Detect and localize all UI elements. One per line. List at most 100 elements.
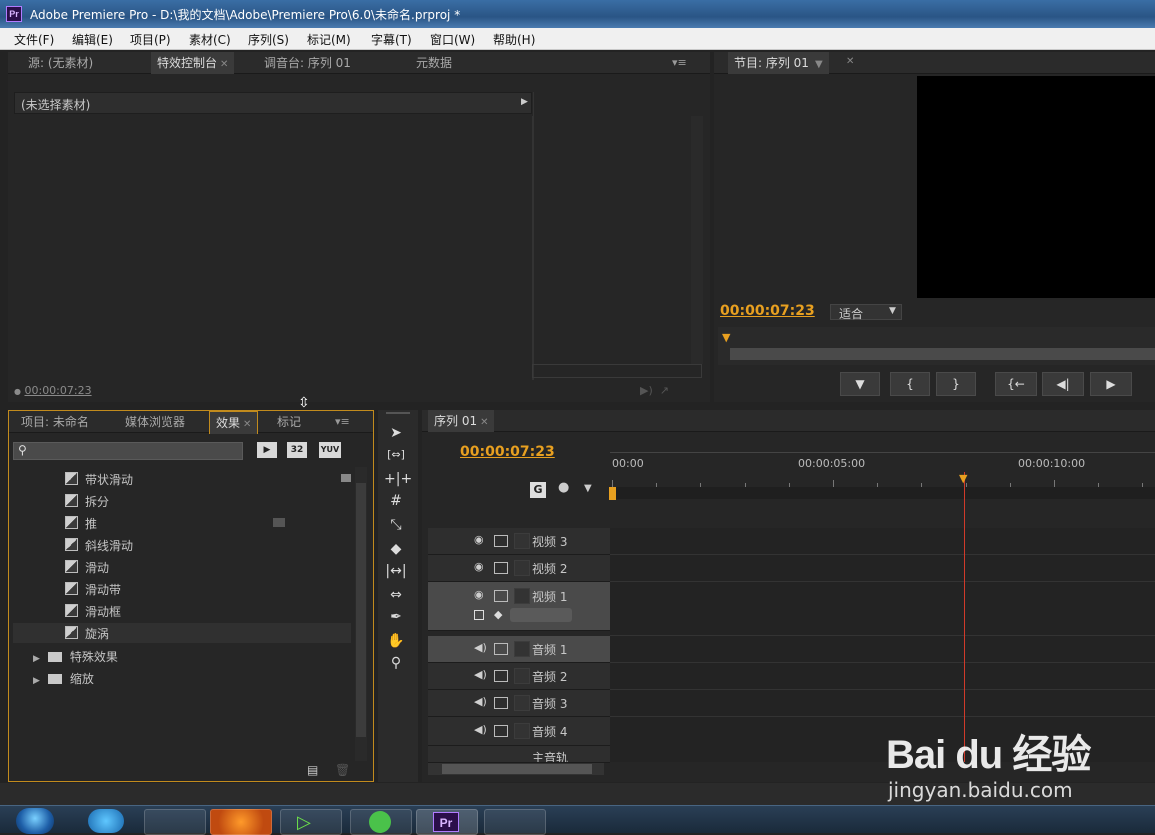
menu-help[interactable]: 帮助(H) — [493, 31, 535, 48]
timeline-zoom-scrollbar[interactable] — [428, 763, 604, 775]
tab-sequence[interactable]: 序列 01 ✕ — [428, 410, 495, 432]
tab-metadata[interactable]: 元数据 — [410, 52, 458, 74]
sync-lock-icon[interactable] — [494, 535, 508, 547]
menu-project[interactable]: 项目(P) — [130, 31, 171, 48]
track-header-video-3[interactable]: ◉ 视频 3 — [428, 528, 610, 555]
track-lock-toggle[interactable] — [514, 723, 530, 739]
sync-lock-icon[interactable] — [494, 590, 508, 602]
hand-tool-icon[interactable]: ✋ — [384, 632, 408, 650]
speaker-icon[interactable]: ◀) — [474, 641, 487, 654]
menu-sequence[interactable]: 序列(S) — [248, 31, 289, 48]
tab-effect-controls[interactable]: 特效控制台 ✕ — [151, 52, 235, 74]
list-item[interactable]: 斜线滑动 — [65, 537, 133, 554]
go-to-in-button[interactable]: {← — [995, 372, 1037, 396]
list-item[interactable]: 旋涡 — [13, 623, 351, 643]
slip-tool-icon[interactable]: |↔| — [384, 562, 408, 580]
effects-scrollbar[interactable] — [355, 467, 367, 761]
start-orb-icon[interactable] — [16, 808, 54, 834]
accelerated-effects-icon[interactable]: ▶ — [257, 442, 277, 458]
window-app-icon[interactable] — [484, 809, 546, 835]
fit-dropdown[interactable]: 适合 ▼ — [830, 304, 902, 321]
program-ruler[interactable]: ▼ — [718, 327, 1155, 365]
razor-tool-icon[interactable]: ◆ — [384, 540, 408, 558]
track-header-audio-2[interactable]: ◀) 音频 2 — [428, 663, 610, 690]
tab-audio-mixer[interactable]: 调音台: 序列 01 — [258, 52, 357, 74]
list-item[interactable]: 拆分 — [65, 493, 109, 510]
track-header-master[interactable]: 主音轨 — [428, 746, 610, 763]
timeline-ruler[interactable]: 00:00 00:00:05:00 00:00:10:00 — [609, 452, 1155, 500]
eye-icon[interactable]: ◉ — [474, 588, 484, 601]
tab-project[interactable]: 项目: 未命名 — [15, 411, 95, 433]
track-select-tool-icon[interactable]: [⇔] — [384, 446, 408, 464]
delete-icon[interactable]: 🗑 — [335, 763, 350, 777]
menu-edit[interactable]: 编辑(E) — [72, 31, 113, 48]
track-header-video-2[interactable]: ◉ 视频 2 — [428, 555, 610, 582]
add-marker-icon[interactable]: ▼ — [584, 483, 592, 494]
playhead-marker-icon[interactable]: ▼ — [959, 472, 967, 485]
green-app-icon[interactable]: ▷ — [280, 809, 342, 835]
sync-lock-icon[interactable] — [494, 562, 508, 574]
display-style-icon[interactable] — [474, 610, 484, 620]
tab-media-browser[interactable]: 媒体浏览器 — [119, 411, 191, 433]
timeline-timecode[interactable]: 00:00:07:23 — [460, 444, 555, 460]
track-lock-toggle[interactable] — [514, 560, 530, 576]
speaker-icon[interactable]: ◀) — [474, 695, 487, 708]
eye-icon[interactable]: ◉ — [474, 533, 484, 546]
menu-clip[interactable]: 素材(C) — [189, 31, 231, 48]
close-icon[interactable]: ✕ — [220, 59, 228, 70]
track-header-audio-3[interactable]: ◀) 音频 3 — [428, 690, 610, 717]
list-item[interactable]: 滑动框 — [65, 603, 121, 620]
tab-effects[interactable]: 效果 ✕ — [209, 411, 259, 434]
track-header-audio-1[interactable]: ◀) 音频 1 — [428, 636, 610, 663]
folder-item[interactable]: ▶ 特殊效果 — [33, 648, 118, 665]
ripple-edit-tool-icon[interactable]: +|+ — [384, 470, 412, 488]
work-area-start-icon[interactable] — [609, 487, 616, 500]
snap-icon[interactable]: G — [530, 482, 546, 498]
step-back-button[interactable]: ◀| — [1042, 372, 1084, 396]
panel-menu-icon[interactable]: ▾≡ — [672, 56, 687, 69]
close-icon[interactable]: ✕ — [480, 417, 488, 428]
play-triangle-icon[interactable]: ▶ — [521, 97, 528, 107]
list-item[interactable]: 滑动带 — [65, 581, 121, 598]
keyframe-icon[interactable]: ◆ — [494, 608, 502, 621]
track-header-video-1[interactable]: ◉ 视频 1 ◆ — [428, 582, 610, 631]
zoom-scrollbar[interactable] — [730, 348, 1155, 360]
sync-lock-icon[interactable] — [494, 670, 508, 682]
folder-item[interactable]: ▶ 缩放 — [33, 670, 94, 687]
play-button[interactable]: ▶ — [1090, 372, 1132, 396]
media-player-icon[interactable] — [88, 809, 124, 833]
360-browser-icon[interactable] — [350, 809, 412, 835]
firefox-icon[interactable] — [210, 809, 272, 835]
pen-tool-icon[interactable]: ✒ — [384, 608, 408, 626]
menu-file[interactable]: 文件(F) — [14, 31, 54, 48]
new-bin-icon[interactable]: ▤ — [307, 763, 318, 777]
close-icon[interactable]: ✕ — [243, 419, 251, 430]
panel-menu-icon[interactable]: ▾≡ — [335, 415, 350, 428]
sync-lock-icon[interactable] — [494, 643, 508, 655]
expand-triangle-icon[interactable]: ▶ — [33, 654, 40, 664]
track-header-audio-4[interactable]: ◀) 音频 4 — [428, 717, 610, 746]
dropdown-icon[interactable]: ▼ — [815, 59, 823, 70]
mark-out-button[interactable]: } — [936, 372, 976, 396]
expand-triangle-icon[interactable]: ▶ — [33, 676, 40, 686]
menu-marker[interactable]: 标记(M) — [307, 31, 351, 48]
menu-title[interactable]: 字幕(T) — [371, 31, 412, 48]
scrollbar-thumb[interactable] — [356, 483, 366, 737]
speaker-icon[interactable]: ◀) — [474, 723, 487, 736]
tab-program[interactable]: 节目: 序列 01 ▼ — [728, 52, 829, 74]
zoom-tool-icon[interactable]: ⚲ — [384, 654, 408, 672]
track-lock-toggle[interactable] — [514, 668, 530, 684]
32bit-effects-icon[interactable]: 32 — [287, 442, 307, 458]
speaker-icon[interactable]: ◀) — [474, 668, 487, 681]
sync-lock-icon[interactable] — [494, 697, 508, 709]
mark-in-button[interactable]: { — [890, 372, 930, 396]
playhead-marker-icon[interactable]: ▼ — [722, 331, 730, 344]
track-lock-toggle[interactable] — [514, 588, 530, 604]
keyframe-nav[interactable] — [510, 608, 572, 622]
track-lock-toggle[interactable] — [514, 695, 530, 711]
menu-window[interactable]: 窗口(W) — [430, 31, 475, 48]
list-item[interactable]: 带状滑动 — [65, 471, 133, 488]
horizontal-scrollbar[interactable] — [532, 364, 702, 378]
list-item[interactable]: 推 — [65, 515, 97, 532]
list-item[interactable]: 滑动 — [65, 559, 109, 576]
